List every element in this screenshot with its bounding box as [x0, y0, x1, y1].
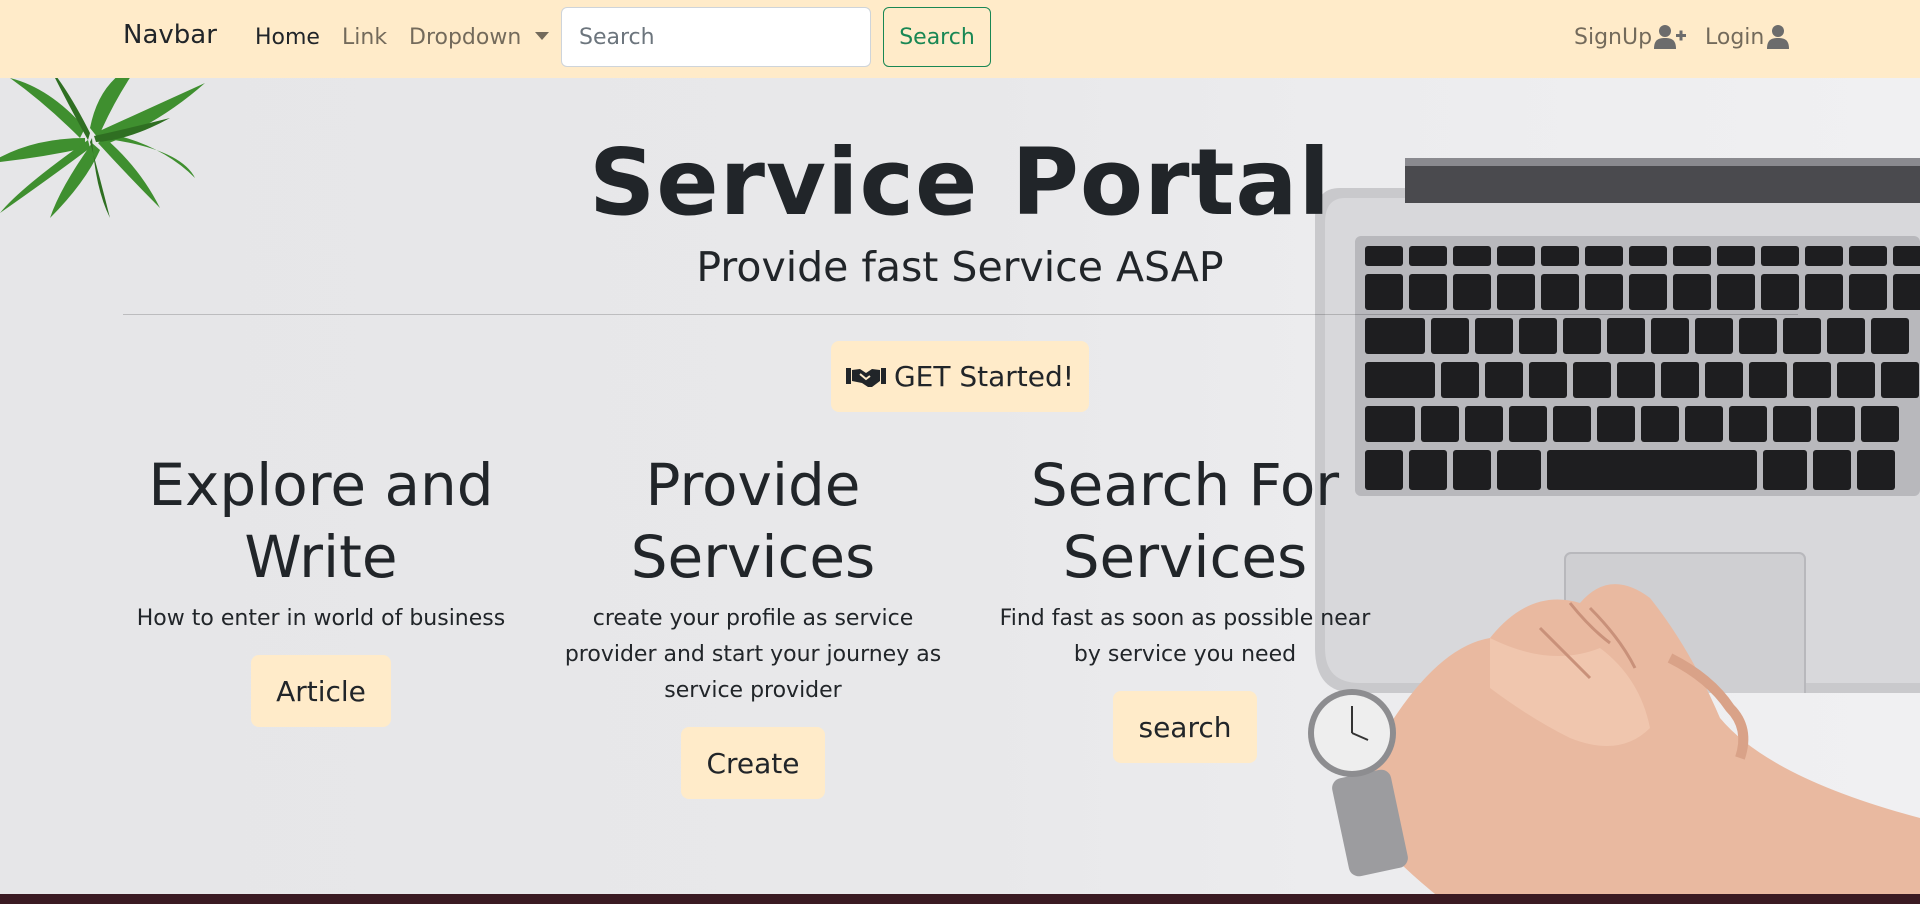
- search-input[interactable]: [561, 7, 871, 67]
- feature-explore-title: Explore and Write: [148, 451, 494, 591]
- caret-down-icon: [535, 32, 550, 40]
- hero-subtitle: Provide fast Service ASAP: [696, 243, 1224, 291]
- feature-search-text: Find fast as soon as possible near by se…: [999, 606, 1371, 667]
- signup-link[interactable]: SignUp: [1574, 24, 1687, 50]
- get-started-button[interactable]: GET Started!: [831, 341, 1089, 412]
- nav-link-home[interactable]: Home: [255, 25, 320, 50]
- navbar-brand[interactable]: Navbar: [123, 20, 217, 50]
- feature-provide: Provide Services create your profile as …: [553, 449, 953, 799]
- login-link[interactable]: Login: [1705, 24, 1790, 50]
- nav-dropdown[interactable]: Dropdown: [409, 25, 550, 50]
- user-plus-icon: [1654, 25, 1687, 49]
- feature-provide-text: create your profile as service provider …: [564, 606, 942, 703]
- feature-search: Search For Services Find fast as soon as…: [985, 449, 1385, 763]
- feature-provide-title: Provide Services: [630, 451, 876, 591]
- hero-divider: [123, 314, 1798, 315]
- feature-explore-text: How to enter in world of business: [136, 606, 506, 631]
- login-label: Login: [1705, 24, 1765, 50]
- bottom-strip: [0, 894, 1920, 904]
- nav-dropdown-label: Dropdown: [409, 25, 522, 50]
- signup-label: SignUp: [1574, 24, 1653, 50]
- navbar: Navbar Home Link Dropdown Search SignUp …: [0, 0, 1920, 78]
- search-services-button[interactable]: search: [1113, 691, 1257, 763]
- feature-search-title: Search For Services: [1030, 451, 1340, 591]
- nav-link-link[interactable]: Link: [342, 25, 387, 50]
- hero-section: Service Portal Provide fast Service ASAP…: [0, 78, 1920, 894]
- get-started-label: GET Started!: [893, 360, 1075, 393]
- create-button[interactable]: Create: [681, 727, 825, 799]
- feature-explore: Explore and Write How to enter in world …: [121, 449, 521, 727]
- article-button[interactable]: Article: [251, 655, 391, 727]
- user-icon: [1767, 25, 1790, 49]
- search-button[interactable]: Search: [883, 7, 991, 67]
- hero-title: Service Portal: [588, 129, 1332, 236]
- handshake-icon: [845, 367, 886, 387]
